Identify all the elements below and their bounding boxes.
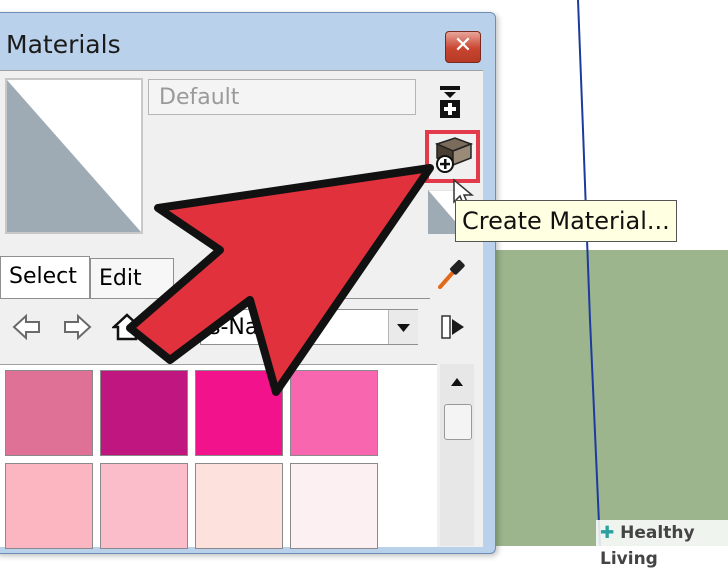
forward-button[interactable] [62,312,92,342]
tab-select[interactable]: Select [0,256,90,299]
collection-dropdown-button[interactable] [388,310,418,344]
back-button[interactable] [12,312,42,342]
material-name-field[interactable]: Default [148,79,416,115]
sample-paint-button[interactable] [433,256,467,292]
eyedropper-icon [438,260,465,289]
collection-dropdown[interactable]: s-Na [200,309,418,345]
material-preview [5,78,143,234]
material-swatch-grid [0,364,437,549]
toggle-pane-icon [440,86,460,118]
swatch-cell[interactable] [5,370,93,456]
back-arrow-icon [12,313,40,341]
forward-arrow-icon [64,313,92,341]
tab-divider [0,298,430,299]
close-icon: ✕ [453,33,473,58]
swatch-scrollbar[interactable] [440,364,474,546]
swatch-cell[interactable] [100,370,188,456]
scroll-thumb[interactable] [444,404,472,440]
details-arrow-icon [441,315,464,339]
scroll-up-icon [451,378,463,386]
swatch-cell[interactable] [195,463,283,549]
close-button[interactable]: ✕ [445,31,481,63]
swatch-cell[interactable] [100,463,188,549]
material-preview-swatch [7,80,141,232]
details-button[interactable] [439,312,467,342]
home-icon [110,313,144,341]
watermark-logo: ✚ Healthy Living [596,520,728,569]
swatch-cell[interactable] [290,463,378,549]
swatch-cell[interactable] [5,463,93,549]
window-title: Materials [6,30,121,59]
create-material-tooltip: Create Material... [455,200,677,242]
collection-name: s-Na [209,315,259,340]
home-button[interactable] [110,312,144,342]
tab-edit[interactable]: Edit [90,258,174,299]
watermark-text: Healthy Living [600,523,695,569]
toggle-secondary-pane-button[interactable] [437,84,463,120]
create-material-icon [434,137,474,173]
swatch-cell[interactable] [195,370,283,456]
plus-logo-icon: ✚ [600,523,615,543]
chevron-down-icon [397,324,410,332]
create-material-button[interactable] [425,130,480,183]
swatch-cell[interactable] [290,370,378,456]
